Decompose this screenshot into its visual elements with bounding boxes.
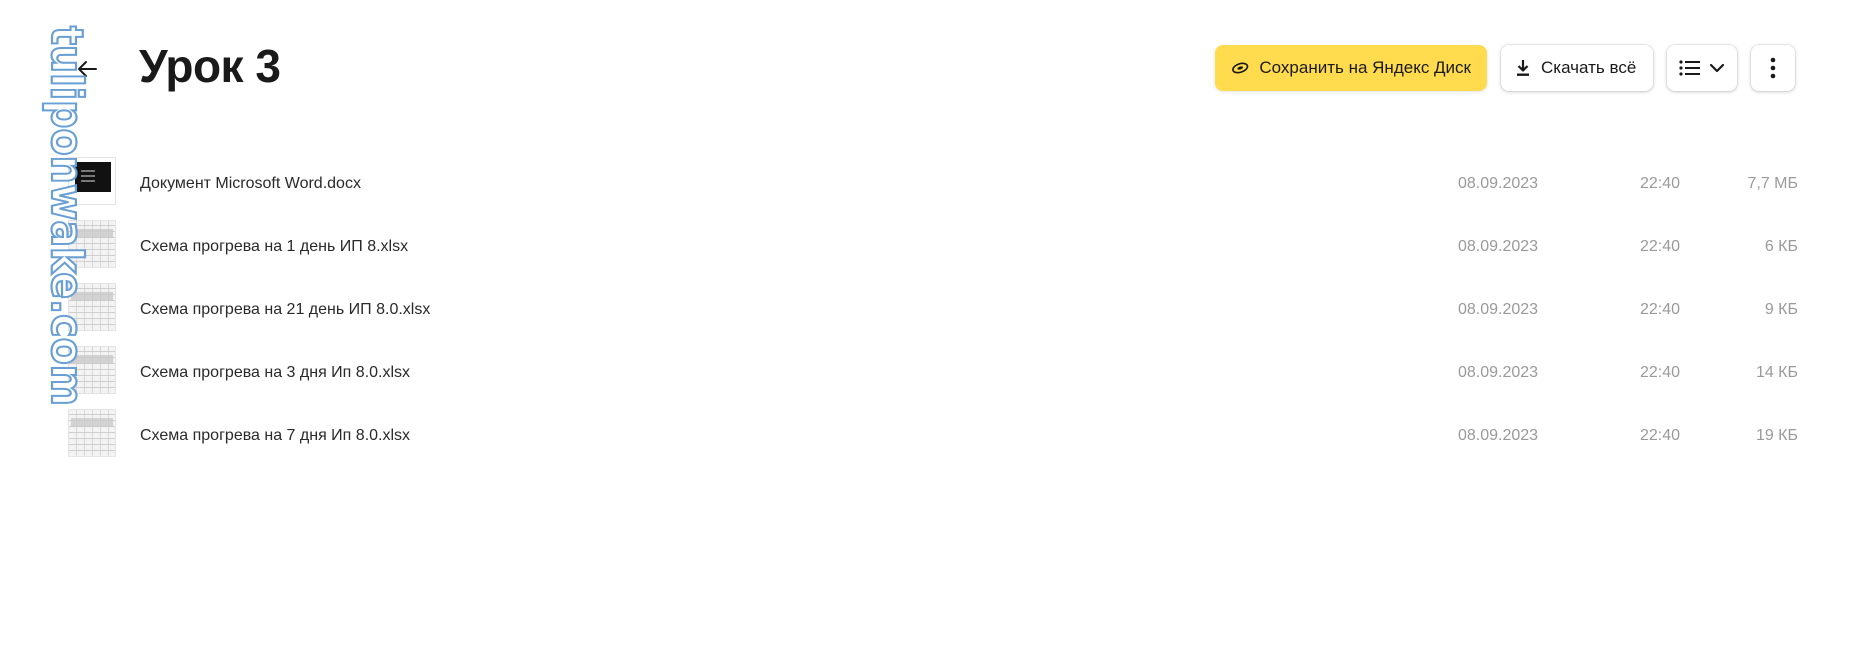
- file-row[interactable]: Документ Microsoft Word.docx 08.09.2023 …: [68, 152, 1798, 215]
- yandex-disk-icon: [1232, 62, 1249, 74]
- file-date: 08.09.2023: [1458, 175, 1539, 192]
- toolbar: Сохранить на Яндекс Диск Скачать всё: [1215, 45, 1795, 91]
- file-row[interactable]: Схема прогрева на 7 дня Ип 8.0.xlsx 08.0…: [68, 404, 1798, 467]
- file-date: 08.09.2023: [1458, 364, 1539, 381]
- file-size: 14 КБ: [1755, 364, 1798, 381]
- file-list: Документ Microsoft Word.docx 08.09.2023 …: [68, 152, 1798, 467]
- more-actions-button[interactable]: [1751, 45, 1795, 91]
- file-time: 22:40: [1639, 238, 1680, 255]
- file-name: Схема прогрева на 1 день ИП 8.xlsx: [140, 238, 409, 255]
- file-row[interactable]: Схема прогрева на 1 день ИП 8.xlsx 08.09…: [68, 215, 1798, 278]
- view-mode-button[interactable]: [1667, 45, 1737, 91]
- file-time: 22:40: [1639, 427, 1680, 444]
- file-row[interactable]: Схема прогрева на 3 дня Ип 8.0.xlsx 08.0…: [68, 341, 1798, 404]
- file-date: 08.09.2023: [1458, 301, 1539, 318]
- watermark-text: tuliponwake.com: [41, 26, 92, 406]
- file-size: 7,7 МБ: [1747, 175, 1798, 192]
- download-icon: [1517, 60, 1529, 76]
- save-to-disk-button[interactable]: Сохранить на Яндекс Диск: [1215, 45, 1487, 91]
- file-thumbnail: [68, 409, 116, 457]
- file-name: Документ Microsoft Word.docx: [140, 175, 361, 192]
- more-vertical-icon: [1770, 57, 1776, 79]
- file-time: 22:40: [1639, 364, 1680, 381]
- file-time: 22:40: [1639, 301, 1680, 318]
- file-name: Схема прогрева на 21 день ИП 8.0.xlsx: [140, 301, 431, 318]
- file-date: 08.09.2023: [1458, 238, 1539, 255]
- file-name: Схема прогрева на 7 дня Ип 8.0.xlsx: [140, 427, 411, 444]
- file-date: 08.09.2023: [1458, 427, 1539, 444]
- download-button-label: Скачать всё: [1541, 58, 1637, 77]
- download-all-button[interactable]: Скачать всё: [1501, 45, 1653, 91]
- page-title: Урок 3: [139, 40, 281, 92]
- watermark: tuliponwake.com: [40, 25, 93, 407]
- file-time: 22:40: [1639, 175, 1680, 192]
- file-size: 9 КБ: [1764, 301, 1798, 318]
- file-size: 6 КБ: [1764, 238, 1798, 255]
- save-button-label: Сохранить на Яндекс Диск: [1259, 58, 1471, 77]
- chevron-down-icon: [1709, 63, 1725, 73]
- file-size: 19 КБ: [1755, 427, 1798, 444]
- file-row[interactable]: Схема прогрева на 21 день ИП 8.0.xlsx 08…: [68, 278, 1798, 341]
- list-view-icon: [1679, 60, 1700, 76]
- file-name: Схема прогрева на 3 дня Ип 8.0.xlsx: [140, 364, 411, 381]
